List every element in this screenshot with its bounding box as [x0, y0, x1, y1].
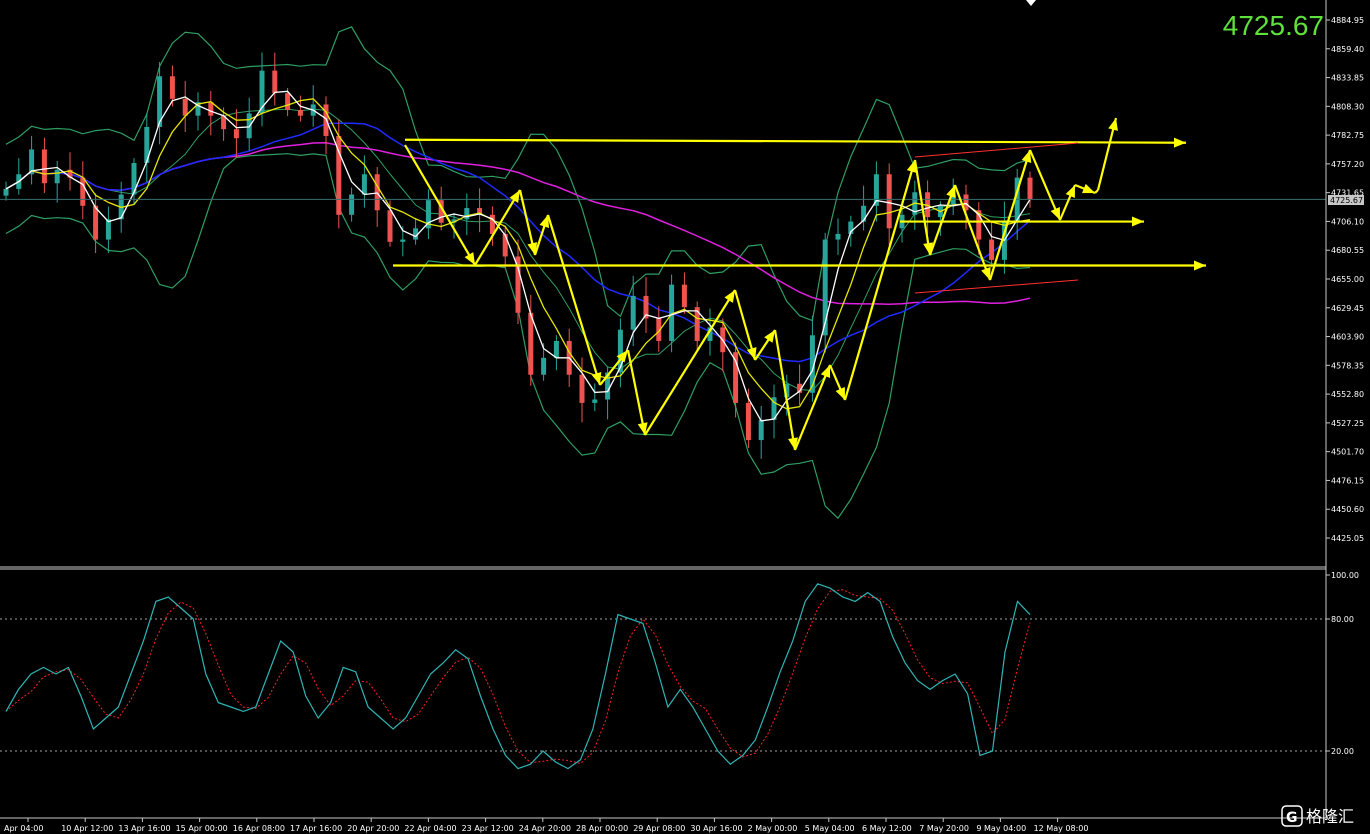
time-tick-label: 23 Apr 12:00 [462, 824, 514, 833]
candle-body [400, 239, 406, 242]
time-tick-label: 28 Apr 00:00 [576, 824, 628, 833]
candle-body [297, 110, 303, 116]
time-tick-label: 9 May 04:00 [976, 824, 1026, 833]
candle-body [528, 312, 534, 375]
price-tick-label: 4603.90 [1331, 333, 1364, 342]
candle-body [374, 174, 380, 211]
price-tick-label: 4552.80 [1331, 390, 1364, 399]
time-tick-label: 20 Apr 20:00 [347, 824, 399, 833]
price-tick-label: 4527.25 [1331, 419, 1364, 428]
candle-body [630, 295, 636, 330]
candle-body [681, 284, 687, 308]
price-tick-label: 4655.00 [1331, 275, 1364, 284]
time-tick-label: 10 Apr 12:00 [61, 824, 113, 833]
current-price-label: 4725.67 [1223, 10, 1324, 41]
chart-background [0, 0, 1370, 834]
candle-body [541, 357, 547, 375]
current-price-tag: 4725.67 [1328, 195, 1364, 205]
stoch-tick-label: 80.00 [1331, 615, 1354, 624]
price-tick-label: 4629.45 [1331, 304, 1364, 313]
time-tick-label: 29 Apr 08:00 [633, 824, 685, 833]
candle-body [105, 219, 111, 240]
price-tick-label: 4833.85 [1331, 74, 1364, 83]
time-tick-label: 22 Apr 04:00 [404, 824, 456, 833]
candle-body [464, 208, 470, 220]
candle-body [285, 93, 291, 111]
time-tick-label: 13 Apr 16:00 [118, 824, 170, 833]
watermark-logo-letter: G [1286, 810, 1298, 826]
time-tick-label: 5 May 04:00 [805, 824, 855, 833]
price-tick-label: 4680.55 [1331, 246, 1364, 255]
price-tick-label: 4501.70 [1331, 448, 1364, 457]
candle-body [989, 239, 995, 260]
candle-body [169, 76, 175, 99]
candle-body [1027, 177, 1033, 200]
price-tick-label: 4884.95 [1331, 16, 1364, 25]
time-tick-label: 7 May 20:00 [919, 824, 969, 833]
current-price-tag-text: 4725.67 [1330, 196, 1363, 205]
price-tick-label: 4782.75 [1331, 131, 1364, 140]
time-tick-label: 6 May 12:00 [862, 824, 912, 833]
price-tick-label: 4706.10 [1331, 217, 1364, 226]
price-tick-label: 4859.40 [1331, 45, 1364, 54]
price-tick-label: 4757.20 [1331, 160, 1364, 169]
price-tick-label: 4578.35 [1331, 361, 1364, 370]
watermark-text: 格隆汇 [1306, 807, 1354, 826]
price-tick-label: 4476.15 [1331, 476, 1364, 485]
stoch-tick-label: 100.00 [1331, 571, 1359, 580]
price-tick-label: 4808.30 [1331, 102, 1364, 111]
time-tick-label: 12 May 08:00 [1034, 824, 1089, 833]
candle-body [131, 162, 137, 195]
candle-body [208, 102, 214, 116]
candle-body [579, 374, 585, 403]
time-tick-label: 17 Apr 16:00 [290, 824, 342, 833]
time-tick-label: 24 Apr 20:00 [519, 824, 571, 833]
time-tick-label: 2 May 00:00 [748, 824, 798, 833]
candle-body [886, 174, 892, 229]
stoch-tick-label: 20.00 [1331, 747, 1354, 756]
trading-chart: 4884.95 4859.40 4833.85 4808.30 4782.75 4757.… [0, 0, 1370, 834]
candle-body [80, 177, 86, 206]
candle-body [745, 402, 751, 441]
candle-body [592, 399, 598, 403]
candle-body [835, 233, 841, 240]
candle-body [272, 70, 278, 94]
candle-body [553, 340, 559, 358]
candle-body [233, 129, 239, 139]
time-tick-label: 15 Apr 00:00 [176, 824, 228, 833]
candle-body [349, 194, 355, 215]
candle-body [54, 169, 60, 184]
candle-body [502, 233, 508, 257]
candle-body [387, 210, 393, 242]
candle-body [758, 419, 764, 441]
time-tick-label: Apr 04:00 [4, 824, 43, 833]
candle-body [182, 98, 188, 116]
time-tick-label: 16 Apr 08:00 [233, 824, 285, 833]
candle-body [93, 205, 99, 240]
candle-body [861, 205, 867, 222]
candle-body [361, 174, 367, 195]
price-tick-label: 4450.60 [1331, 505, 1364, 514]
candle-body [41, 149, 47, 184]
candle-body [3, 188, 9, 196]
time-tick-label: 30 Apr 16:00 [690, 824, 742, 833]
price-tick-label: 4425.05 [1331, 534, 1364, 543]
